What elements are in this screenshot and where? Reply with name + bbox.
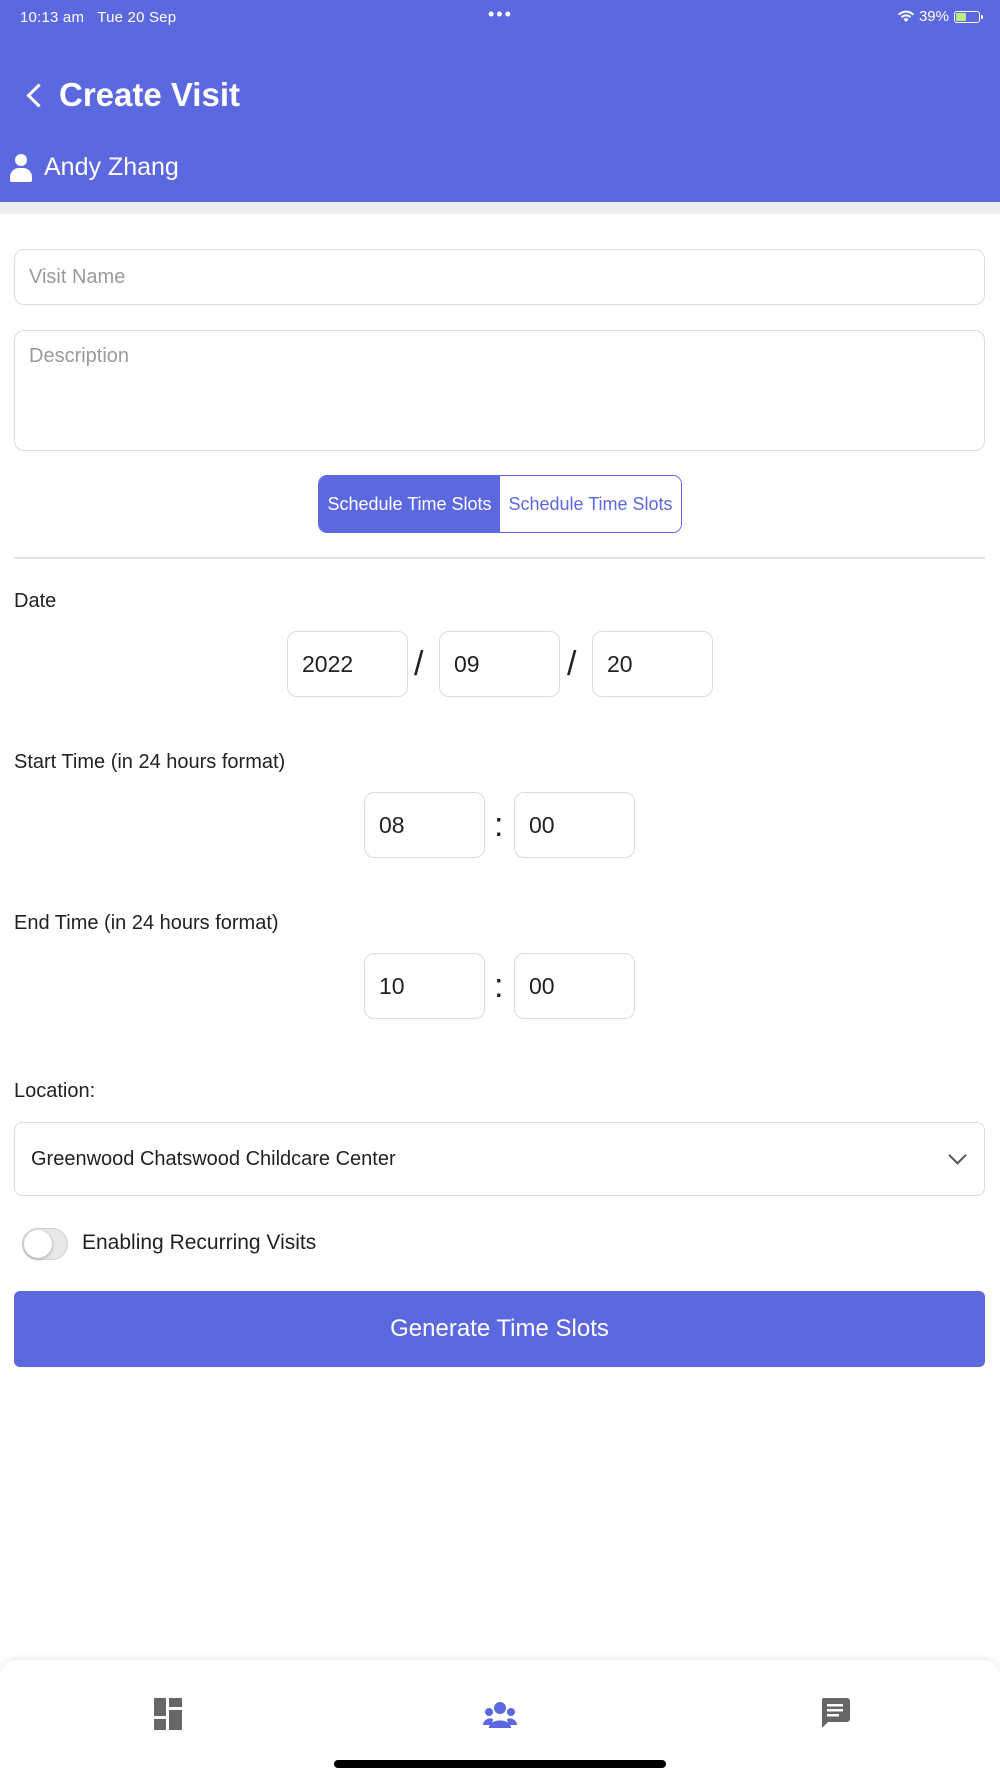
toggle-knob bbox=[24, 1230, 52, 1258]
battery-percent: 39% bbox=[918, 8, 949, 25]
wifi-icon bbox=[897, 10, 914, 22]
status-indicators: 39% bbox=[897, 8, 983, 25]
segment-schedule-time-slots[interactable]: Schedule Time Slots bbox=[500, 476, 681, 532]
group-icon[interactable] bbox=[483, 1700, 517, 1728]
date-year-input[interactable] bbox=[287, 631, 408, 697]
dashboard-icon[interactable] bbox=[154, 1698, 182, 1730]
battery-icon bbox=[954, 10, 983, 23]
end-minute-input[interactable] bbox=[514, 953, 635, 1019]
time-separator: : bbox=[494, 967, 504, 1005]
start-minute-input[interactable] bbox=[514, 792, 635, 858]
back-button[interactable]: Create Visit bbox=[24, 76, 240, 114]
multitasking-dots-icon[interactable]: ••• bbox=[488, 4, 513, 25]
page-title: Create Visit bbox=[59, 76, 240, 113]
description-input[interactable] bbox=[14, 330, 985, 451]
home-indicator[interactable] bbox=[334, 1760, 666, 1768]
status-time: 10:13 am Tue 20 Sep bbox=[20, 9, 177, 26]
header-shadow bbox=[0, 202, 1000, 214]
start-hour-input[interactable] bbox=[364, 792, 485, 858]
visit-name-input[interactable] bbox=[14, 249, 985, 305]
date-day-input[interactable] bbox=[592, 631, 713, 697]
segment-schedule-time-slots-active[interactable]: Schedule Time Slots bbox=[319, 476, 500, 532]
date-month-input[interactable] bbox=[439, 631, 560, 697]
location-select[interactable]: Greenwood Chatswood Childcare Center bbox=[14, 1122, 985, 1196]
end-time-label: End Time (in 24 hours format) bbox=[14, 912, 279, 934]
recurring-visits-toggle[interactable] bbox=[22, 1228, 68, 1260]
generate-time-slots-button[interactable]: Generate Time Slots bbox=[14, 1291, 985, 1367]
location-label: Location: bbox=[14, 1080, 96, 1102]
user-name: Andy Zhang bbox=[44, 153, 179, 181]
date-label: Date bbox=[14, 590, 57, 612]
time-separator: : bbox=[494, 806, 504, 844]
date-separator: / bbox=[414, 645, 424, 683]
location-value: Greenwood Chatswood Childcare Center bbox=[31, 1147, 396, 1170]
date-separator: / bbox=[567, 645, 577, 683]
divider bbox=[14, 557, 985, 559]
chevron-left-icon bbox=[26, 82, 51, 108]
chevron-down-icon bbox=[948, 1146, 967, 1165]
user-icon bbox=[10, 153, 32, 182]
app-header: 10:13 am Tue 20 Sep ••• 39% Create Visit… bbox=[0, 0, 1000, 202]
start-time-label: Start Time (in 24 hours format) bbox=[14, 751, 286, 773]
message-icon[interactable] bbox=[820, 1698, 850, 1730]
recurring-visits-label: Enabling Recurring Visits bbox=[82, 1231, 317, 1254]
current-user: Andy Zhang bbox=[10, 153, 179, 182]
schedule-mode-toggle: Schedule Time Slots Schedule Time Slots bbox=[318, 475, 682, 533]
end-hour-input[interactable] bbox=[364, 953, 485, 1019]
